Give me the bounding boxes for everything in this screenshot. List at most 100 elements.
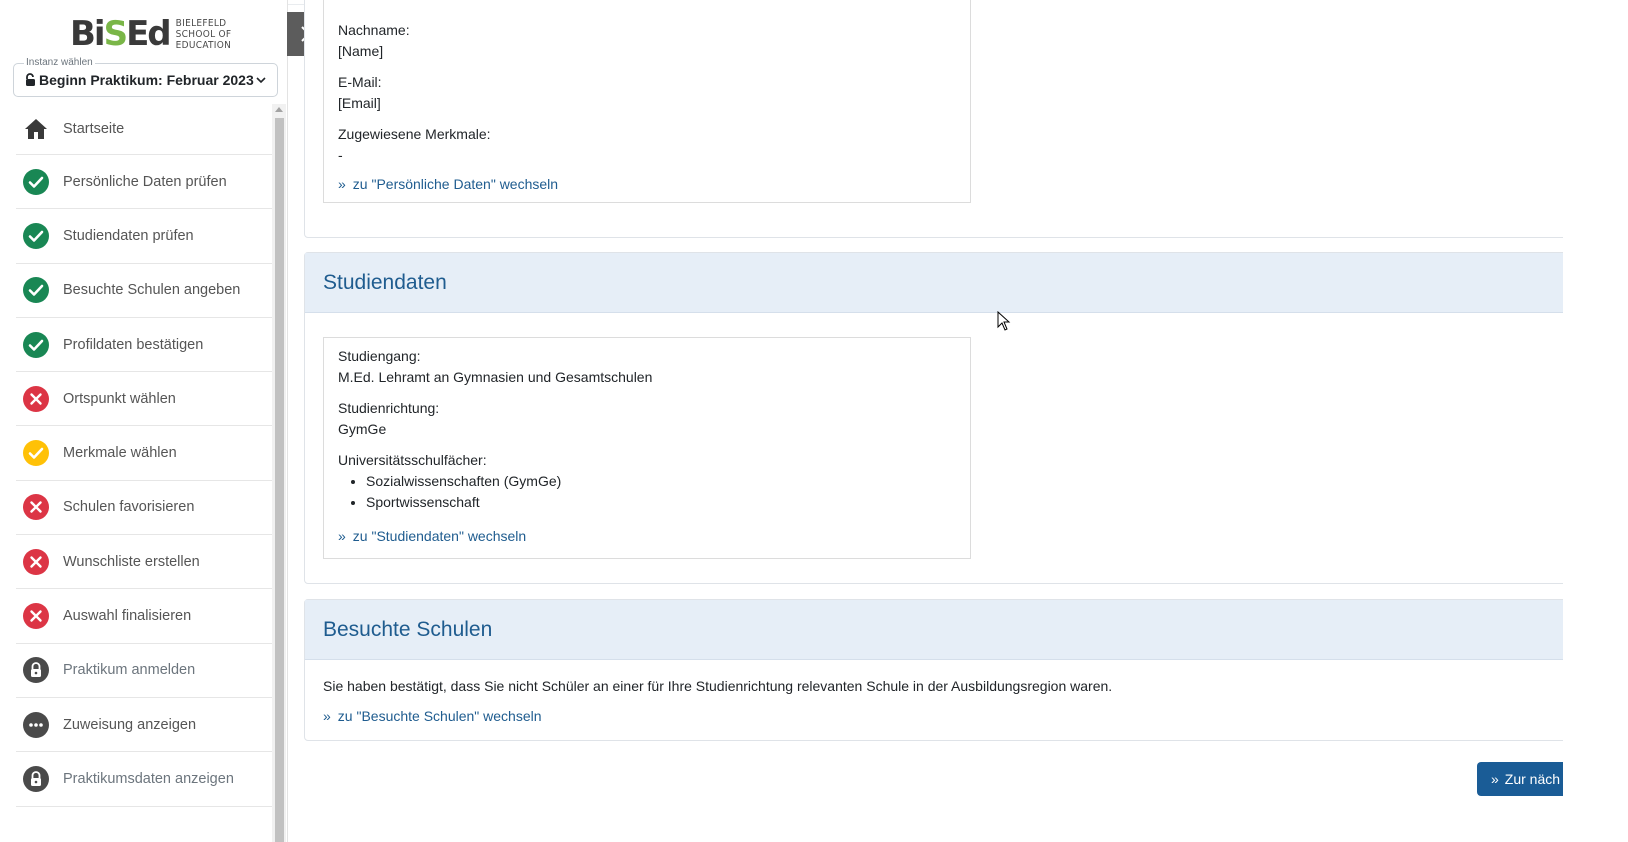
double-chevron-right-icon: » [338,528,346,544]
x-circle-icon [23,548,49,575]
status-icon [23,603,49,630]
studiendaten-box: Studiengang: M.Ed. Lehramt an Gymnasien … [323,337,971,559]
besuchte-schulen-text: Sie haben bestätigt, dass Sie nicht Schü… [323,678,1113,694]
studienrichtung-label: Studienrichtung: [338,400,440,416]
lock-circle-icon [23,765,49,792]
check-circle-icon [23,331,49,358]
more-circle-icon [23,711,49,738]
sidebar-item-studiendaten-pruefen[interactable]: Studiendaten prüfen [16,209,272,264]
besuchte-schulen-card: Besuchte Schulen Sie haben bestätigt, da… [304,599,1574,741]
double-chevron-right-icon: » [323,708,331,724]
check-circle-icon [23,222,49,249]
sidebar-nav: Startseite Persönliche Daten prüfen Studie… [0,104,272,807]
studiengang-label: Studiengang: [338,348,421,364]
sidebar-item-label: Schulen favorisieren [63,499,195,516]
status-icon [23,277,49,304]
personal-data-card: Nachname: [Name] E-Mail: [Email] Zugewie… [304,0,1574,238]
x-circle-icon [23,385,49,412]
sidebar-item-label: Zuweisung anzeigen [63,716,197,733]
studiendaten-link[interactable]: » zu "Studiendaten" wechseln [338,528,956,544]
bised-logo: BiSEd BIELEFELD SCHOOL OF EDUCATION [70,14,231,54]
sidebar-item-label: Merkmale wählen [63,445,177,462]
lock-circle-icon [23,657,49,684]
sidebar-item-label: Wunschliste erstellen [63,553,200,570]
sidebar-item-label: Praktikum anmelden [63,662,196,679]
instance-legend: Instanz wählen [24,57,95,69]
status-icon [23,440,49,467]
viewport-right-edge [1563,0,1628,842]
status-icon [23,494,49,521]
logo-subtitle: BIELEFELD SCHOOL OF EDUCATION [175,17,232,51]
status-icon [23,116,49,142]
check-circle-icon [23,168,49,195]
instance-select[interactable]: Instanz wählen Beginn Praktikum: Februar… [13,57,278,97]
studiendaten-title: Studiendaten [323,270,447,294]
sidebar-item-auswahl-finalisieren[interactable]: Auswahl finalisieren [16,589,272,644]
email-value: [Email] [338,95,381,111]
sidebar-item-label: Studiendaten prüfen [63,227,194,244]
sidebar-item-merkmale-waehlen[interactable]: Merkmale wählen [16,426,272,481]
logo-wordmark: BiSEd [70,14,172,54]
sidebar-item-label: Ortspunkt wählen [63,390,176,407]
next-step-button[interactable]: » Zur näch [1477,762,1577,796]
besuchte-schulen-body: Sie haben bestätigt, dass Sie nicht Schü… [305,660,1573,724]
sidebar-item-label: Praktikumsdaten anzeigen [63,770,234,787]
status-icon [23,222,49,249]
instance-value: Beginn Praktikum: Februar 2023 [24,72,254,88]
list-item: Sportwissenschaft [366,492,956,513]
nachname-value: [Name] [338,43,384,59]
sidebar-item-persoenliche-daten-pruefen[interactable]: Persönliche Daten prüfen [16,155,272,210]
status-icon [23,765,49,792]
faecher-label: Universitätsschulfächer: [338,452,487,468]
sidebar-item-label: Persönliche Daten prüfen [63,173,227,190]
list-item: Sozialwissenschaften (GymGe) [366,471,956,492]
sidebar-item-ortspunkt-waehlen[interactable]: Ortspunkt wählen [16,372,272,427]
status-icon [23,168,49,195]
sidebar-item-wunschliste-erstellen[interactable]: Wunschliste erstellen [16,535,272,590]
email-label: E-Mail: [338,74,382,90]
scroll-thumb[interactable] [275,118,284,842]
home-icon [25,119,47,139]
status-icon [23,385,49,412]
double-chevron-right-icon: » [338,176,346,192]
sidebar-item-praktikum-anmelden[interactable]: Praktikum anmelden [16,644,272,698]
merkmale-label: Zugewiesene Merkmale: [338,126,491,142]
unlock-icon [26,73,35,86]
mouse-cursor-icon [997,311,1011,331]
sidebar-scrollbar[interactable] [272,104,286,842]
double-chevron-right-icon: » [1491,771,1499,787]
sidebar-item-schulen-favorisieren[interactable]: Schulen favorisieren [16,481,272,536]
sidebar-item-besuchte-schulen-angeben[interactable]: Besuchte Schulen angeben [16,264,272,318]
personal-data-box: Nachname: [Name] E-Mail: [Email] Zugewie… [323,0,971,203]
merkmale-value: - [338,147,343,163]
sidebar-item-startseite[interactable]: Startseite [16,104,272,155]
x-circle-icon [23,494,49,521]
status-icon [23,548,49,575]
sidebar: BiSEd BIELEFELD SCHOOL OF EDUCATION Inst… [0,0,288,842]
studiendaten-card: Studiendaten Studiengang: M.Ed. Lehramt … [304,252,1574,584]
sidebar-item-zuweisung-anzeigen[interactable]: Zuweisung anzeigen [16,698,272,753]
sidebar-item-label: Profildaten bestätigen [63,336,204,353]
nachname-label: Nachname: [338,22,410,38]
studiendaten-header: Studiendaten [305,253,1573,313]
status-icon [23,711,49,738]
besuchte-schulen-link[interactable]: » zu "Besuchte Schulen" wechseln [323,708,1555,724]
sidebar-item-label: Auswahl finalisieren [63,608,192,625]
x-circle-icon [23,603,49,630]
check-circle-icon [23,277,49,304]
sidebar-item-label: Besuchte Schulen angeben [63,282,241,299]
sidebar-item-praktikumsdaten-anzeigen[interactable]: Praktikumsdaten anzeigen [16,752,272,807]
besuchte-schulen-header: Besuchte Schulen [305,600,1573,660]
status-icon [23,331,49,358]
status-icon [23,657,49,684]
check-circle-icon [23,440,49,467]
besuchte-schulen-title: Besuchte Schulen [323,617,493,641]
studiengang-value: M.Ed. Lehramt an Gymnasien und Gesamtsch… [338,369,653,385]
faecher-list: Sozialwissenschaften (GymGe) Sportwissen… [338,471,956,513]
scroll-up-arrow-icon[interactable] [275,107,283,112]
chevron-down-icon [256,77,266,84]
sidebar-item-label: Startseite [63,121,125,137]
sidebar-item-profildaten-bestaetigen[interactable]: Profildaten bestätigen [16,318,272,373]
studienrichtung-value: GymGe [338,421,387,437]
personal-data-link[interactable]: » zu "Persönliche Daten" wechseln [338,176,956,192]
